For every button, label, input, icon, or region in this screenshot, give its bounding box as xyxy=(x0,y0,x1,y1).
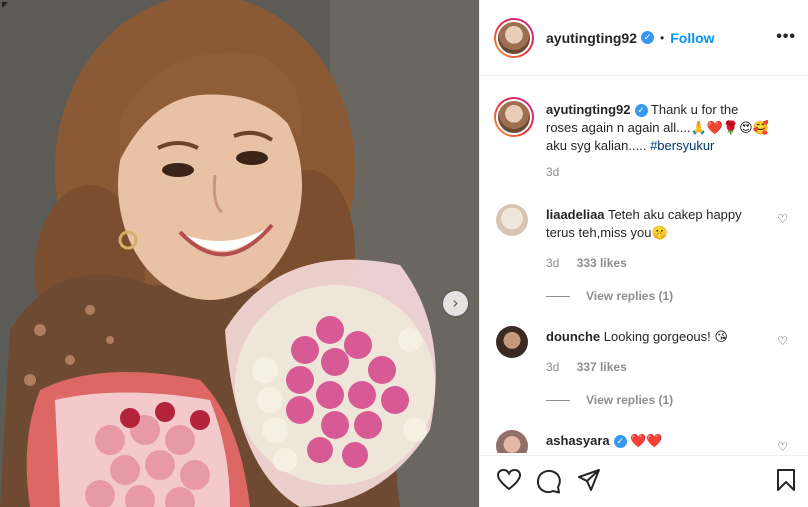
commenter-avatar[interactable] xyxy=(496,326,528,358)
caption-time: 3d xyxy=(546,165,560,179)
comment-text: dounche Looking gorgeous! 😘 xyxy=(546,328,761,346)
caption-username[interactable]: ayutingting92 xyxy=(546,102,631,117)
commenter-username[interactable]: dounche xyxy=(546,329,600,344)
share-icon[interactable] xyxy=(577,468,601,492)
commenter-username[interactable]: ashasyara xyxy=(546,433,610,448)
post-photo[interactable]: › xyxy=(0,0,479,507)
comment-line-1: Teteh aku cakep happy xyxy=(607,207,742,222)
verified-badge-icon: ✓ xyxy=(634,104,648,118)
comments-list[interactable]: ayutingting92 ✓ Thank u for the roses aga… xyxy=(480,77,808,453)
replies-divider xyxy=(546,399,570,401)
author-username[interactable]: ayutingting92 xyxy=(546,30,637,46)
more-options-icon[interactable]: ••• xyxy=(776,28,796,46)
comment-icon[interactable] xyxy=(536,468,562,494)
like-comment-heart-icon[interactable]: ♡ xyxy=(777,212,788,226)
comment-line-2: terus teh,miss you🤫 xyxy=(546,225,668,240)
commenter-avatar[interactable] xyxy=(496,204,528,236)
comment-meta: 3d 333 likes xyxy=(546,256,641,270)
chevron-right-icon: › xyxy=(452,294,459,312)
author-avatar[interactable] xyxy=(494,17,534,58)
caption-text: ayutingting92 ✓ Thank u for the roses aga… xyxy=(546,101,786,155)
verified-badge-icon: ✓ xyxy=(641,31,655,44)
view-replies-label: View replies (1) xyxy=(586,289,674,303)
post-header: ayutingting92 ✓ • Follow ••• xyxy=(480,0,808,76)
comment-text: ashasyara ✓ ❤️❤️ xyxy=(546,432,761,450)
comment-meta: 3d 337 likes xyxy=(546,360,641,374)
caption-line-2: roses again n again all....🙏❤️🌹😍🥰 xyxy=(546,120,769,135)
heart-icon[interactable] xyxy=(496,468,522,492)
commenter-username[interactable]: liaadeliaa xyxy=(546,207,605,222)
next-photo-button[interactable]: › xyxy=(443,291,468,316)
comment-time: 3d xyxy=(546,256,560,270)
follow-button[interactable]: Follow xyxy=(670,30,714,46)
comment-text: liaadeliaa Teteh aku cakep happy terus t… xyxy=(546,206,761,242)
view-replies-button[interactable]: View replies (1) xyxy=(546,393,673,407)
view-replies-button[interactable]: View replies (1) xyxy=(546,289,673,303)
like-comment-heart-icon[interactable]: ♡ xyxy=(777,334,788,348)
post-actions xyxy=(480,455,808,507)
comment-body: Looking gorgeous! 😘 xyxy=(603,329,728,344)
commenter-avatar[interactable] xyxy=(496,430,528,453)
verified-badge-icon: ✓ xyxy=(613,435,627,449)
like-comment-heart-icon[interactable]: ♡ xyxy=(777,440,788,453)
caption-line-3: aku syg kalian..... xyxy=(546,138,647,153)
post-sidebar: ayutingting92 ✓ • Follow ••• ayutingting… xyxy=(479,0,808,507)
view-replies-label: View replies (1) xyxy=(586,393,674,407)
comment-body: ❤️❤️ xyxy=(630,433,663,448)
comment-likes[interactable]: 337 likes xyxy=(577,360,627,374)
separator-dot: • xyxy=(660,30,665,45)
replies-divider xyxy=(546,295,570,297)
caption-avatar[interactable] xyxy=(494,97,534,137)
comment-likes[interactable]: 333 likes xyxy=(577,256,627,270)
caption-line-1: Thank u for the xyxy=(650,102,739,117)
hashtag-link[interactable]: #bersyukur xyxy=(650,138,714,153)
photo-illustration xyxy=(0,0,479,507)
bookmark-icon[interactable] xyxy=(776,468,796,492)
comment-time: 3d xyxy=(546,360,560,374)
